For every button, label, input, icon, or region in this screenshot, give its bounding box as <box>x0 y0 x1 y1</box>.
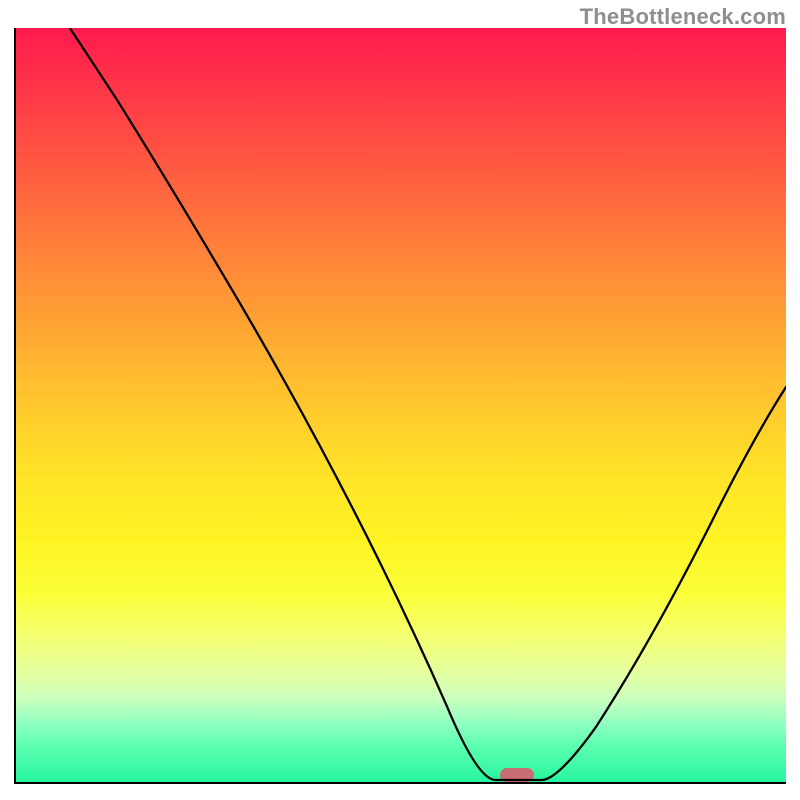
watermark-text: TheBottleneck.com <box>580 4 786 30</box>
bottleneck-curve-path <box>70 28 786 780</box>
chart-area <box>14 28 786 784</box>
chart-curve <box>16 28 786 782</box>
